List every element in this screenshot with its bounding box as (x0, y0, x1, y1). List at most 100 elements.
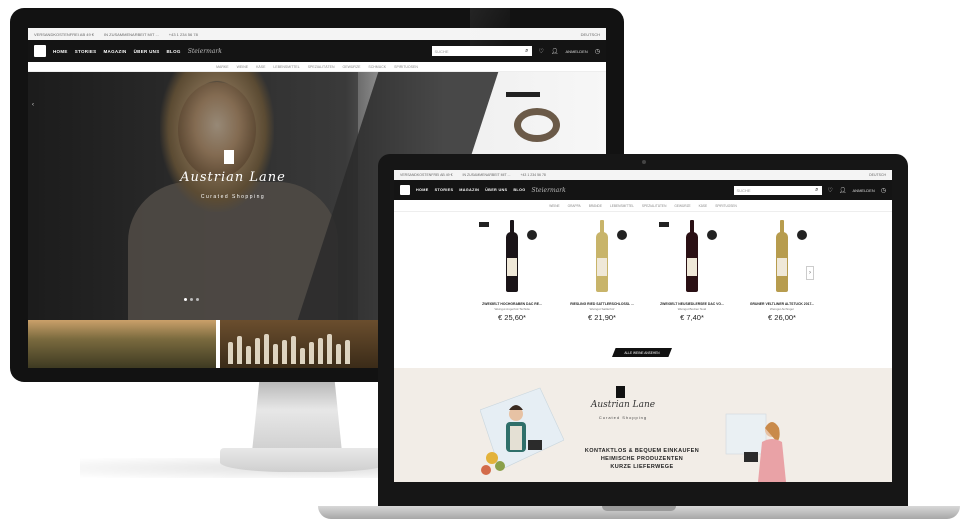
product-image[interactable] (479, 216, 545, 292)
category-link[interactable]: SPEZIALITÄTEN (308, 65, 335, 69)
nav-script-brand[interactable]: Steiermark (188, 48, 222, 55)
slider-dots[interactable] (184, 298, 199, 301)
search-icon[interactable]: ⌕ (525, 48, 528, 55)
promo-banner[interactable]: Austrian Lane Curated Shopping KONTAKTLO… (394, 368, 892, 482)
product-name[interactable]: ZWEIGELT NEUSIEDLERSEE DAC VO... (659, 302, 725, 306)
category-link[interactable]: LEBENSMITTEL (273, 65, 299, 69)
macbook-opening-notch (602, 506, 676, 511)
site-logo[interactable] (400, 185, 410, 195)
product-image[interactable] (749, 216, 815, 292)
main-navigation: HOME STORIES MAGAZIN ÜBER UNS BLOG Steie… (28, 40, 606, 62)
wishlist-icon[interactable]: ♡ (539, 48, 544, 55)
scarf-product-image[interactable] (514, 108, 560, 142)
imac-stand-foot (220, 448, 390, 472)
banner-line-3: KURZE LIEFERWEGE (610, 464, 674, 470)
search-input[interactable]: SUCHE ⌕ (733, 185, 822, 195)
banner-line-2: HEIMISCHE PRODUZENTEN (600, 456, 684, 462)
nav-magazin[interactable]: MAGAZIN (103, 49, 126, 54)
account-link[interactable]: ANMELDEN (566, 49, 588, 54)
nav-stories[interactable]: STORIES (75, 49, 97, 54)
category-link[interactable]: BRÄNDE (589, 204, 602, 208)
user-icon[interactable]: 👤︎ (551, 48, 559, 55)
screen-glare (470, 8, 510, 48)
bottle-label (597, 258, 607, 276)
product-card[interactable]: ZWEIGELT HOCHGRABEN DAC RE... Weingut Ang… (479, 216, 545, 334)
product-image[interactable] (569, 216, 635, 292)
hero-brand-script: Austrian Lane (180, 170, 286, 185)
macbook-screen: VERSANDKOSTENFREI AB 49 € IN ZUSAMMENARB… (394, 170, 892, 482)
chevron-right-icon[interactable]: › (806, 266, 814, 280)
category-bar: MARKE WEINE KÄSE LEBENSMITTEL SPEZIALITÄTEN G… (28, 62, 606, 72)
phone-number[interactable]: +43 1 234 56 78 (520, 173, 545, 177)
category-link[interactable]: SPIRITUOSEN (715, 204, 737, 208)
category-link[interactable]: GEWÜRZE (674, 204, 690, 208)
category-link[interactable]: MARKE (216, 65, 228, 69)
product-name[interactable]: RIESLING RIED SATTLERSCHLÖSSL ... (569, 302, 635, 306)
nav-script-brand[interactable]: Steiermark (532, 187, 566, 194)
wishlist-icon[interactable] (797, 230, 807, 240)
product-producer: Weingut Sattlerhof (589, 307, 615, 311)
delivery-note: IN ZUSAMMENARBEIT MIT ... (462, 173, 511, 177)
category-link[interactable]: SPEZIALITÄTEN (642, 204, 666, 208)
category-link[interactable]: GEWÜRZE (343, 65, 361, 69)
brand-logo-mark (616, 386, 625, 398)
hero-brand-sub: Curated Shopping (200, 194, 266, 200)
category-link[interactable]: SCHMUCK (368, 65, 386, 69)
top-info-bar: VERSANDKOSTENFREI AB 49 € IN ZUSAMMENARB… (28, 28, 606, 40)
chevron-left-icon[interactable]: ‹ (32, 102, 34, 108)
brand-logo-mark (224, 150, 234, 164)
imac-stand-neck (252, 382, 342, 452)
all-wines-button[interactable]: ALLE WEINE ANSEHEN (612, 348, 672, 357)
nav-blog[interactable]: BLOG (167, 49, 181, 54)
wine-bottle (506, 220, 518, 292)
category-link[interactable]: SPIRITUOSEN (394, 65, 418, 69)
slider-dot[interactable] (196, 298, 199, 301)
wishlist-icon[interactable]: ♡ (828, 187, 833, 194)
nav-blog[interactable]: BLOG (513, 188, 525, 192)
search-icon[interactable]: ⌕ (815, 187, 818, 194)
delivery-note: IN ZUSAMMENARBEIT MIT ... (104, 31, 159, 37)
nav-magazin[interactable]: MAGAZIN (459, 188, 479, 192)
slider-dot[interactable] (184, 298, 187, 301)
wishlist-icon[interactable] (617, 230, 627, 240)
slider-dot[interactable] (190, 298, 193, 301)
product-name[interactable]: ZWEIGELT HOCHGRABEN DAC RE... (479, 302, 545, 306)
nav-about[interactable]: ÜBER UNS (485, 188, 507, 192)
search-placeholder: SUCHE (736, 187, 751, 193)
product-name[interactable]: GRÜNER VELTLINER ALTSTÜCK 2017... (749, 302, 815, 306)
phone-number[interactable]: +43 1 234 56 78 (169, 32, 198, 37)
language-selector[interactable]: DEUTSCH (581, 32, 600, 37)
category-link[interactable]: KÄSE (256, 65, 265, 69)
wishlist-icon[interactable] (707, 230, 717, 240)
nav-stories[interactable]: STORIES (435, 188, 454, 192)
wine-bottle (776, 220, 788, 292)
product-card[interactable]: RIESLING RIED SATTLERSCHLÖSSL ... Weingut… (569, 216, 635, 334)
product-image[interactable] (659, 216, 725, 292)
category-bar: WEINE GRAPPA BRÄNDE LEBENSMITTEL SPEZIALITÄT… (394, 200, 892, 212)
shipping-note: VERSANDKOSTENFREI AB 49 € (400, 173, 453, 177)
product-producer: Weingut Aichinger (769, 307, 795, 311)
product-price: € 26,00* (768, 313, 796, 322)
cart-icon[interactable]: ◷ (881, 187, 886, 194)
cart-icon[interactable]: ◷ (595, 48, 600, 55)
nav-home[interactable]: HOME (416, 188, 429, 192)
search-placeholder: SUCHE (434, 48, 449, 54)
banner-brand-sub: Curated Shopping (598, 415, 648, 420)
landscape-tile[interactable] (28, 320, 216, 368)
category-link[interactable]: WEINE (549, 204, 559, 208)
account-link[interactable]: ANMELDEN (853, 188, 875, 193)
site-logo[interactable] (34, 45, 46, 57)
product-card[interactable]: ZWEIGELT NEUSIEDLERSEE DAC VO... Weingut … (659, 216, 725, 334)
wishlist-icon[interactable] (527, 230, 537, 240)
banner-line-1: KONTAKTLOS & BEQUEM EINKAUFEN (584, 448, 700, 454)
category-link[interactable]: KÄSE (699, 204, 708, 208)
bottle-row (228, 334, 350, 364)
category-link[interactable]: GRAPPA (568, 204, 581, 208)
nav-about[interactable]: ÜBER UNS (134, 49, 160, 54)
user-icon[interactable]: 👤︎ (839, 187, 847, 194)
product-price: € 25,60* (498, 313, 526, 322)
language-selector[interactable]: DEUTSCH (869, 173, 886, 177)
category-link[interactable]: LEBENSMITTEL (610, 204, 634, 208)
nav-home[interactable]: HOME (53, 49, 68, 54)
category-link[interactable]: WEINE (237, 65, 248, 69)
